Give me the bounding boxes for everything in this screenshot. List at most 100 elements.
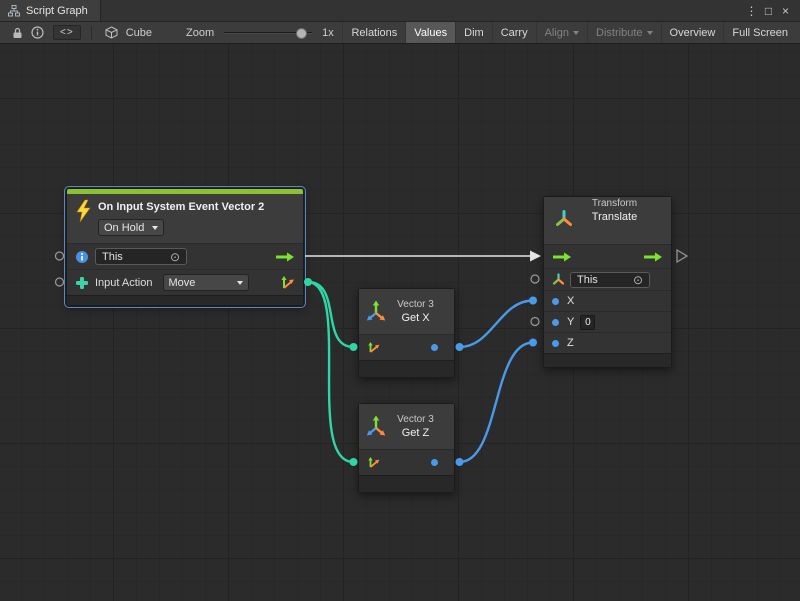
port-z-dot[interactable] <box>552 340 559 347</box>
graph-toolbar: <> Cube Zoom 1x Relations Values Dim Car… <box>0 22 800 44</box>
get-x-output-port[interactable] <box>431 344 438 351</box>
connection-vector2-to-getx[interactable] <box>308 282 354 347</box>
translate-x-row: X <box>544 290 671 311</box>
tab-script-graph[interactable]: Script Graph <box>0 0 101 21</box>
kebab-menu-icon[interactable]: ⋮ <box>743 4 760 18</box>
get-z-operation: Get Z <box>377 426 454 440</box>
port-y-dot[interactable] <box>552 319 559 326</box>
vector3-input-port-icon[interactable] <box>367 456 380 469</box>
port-event-flow-in[interactable] <box>56 252 64 260</box>
title-bar: Script Graph ⋮ □ × <box>0 0 800 22</box>
carry-button[interactable]: Carry <box>492 22 536 43</box>
get-z-port-row <box>359 449 454 475</box>
tab-title: Script Graph <box>26 5 88 17</box>
node-get-z[interactable]: Vector 3 Get Z <box>358 403 455 493</box>
object-picker-icon[interactable]: ⊙ <box>170 251 180 263</box>
distribute-dropdown-button[interactable]: Distribute <box>587 22 660 43</box>
translate-header: Transform Translate <box>544 197 671 244</box>
object-picker-icon[interactable]: ⊙ <box>633 274 643 286</box>
node-on-input-system-event[interactable]: On Input System Event Vector 2 On Hold T… <box>66 188 304 306</box>
port-z-label: Z <box>567 337 574 349</box>
values-button[interactable]: Values <box>405 22 455 43</box>
chevron-down-icon <box>573 31 579 35</box>
port-x-dot[interactable] <box>552 298 559 305</box>
port-translate-z-in[interactable] <box>529 339 537 347</box>
port-event-vector2-out[interactable] <box>304 278 312 286</box>
script-graph-icon <box>8 5 20 17</box>
flow-output-arrow-icon[interactable] <box>643 251 663 263</box>
get-z-output-port[interactable] <box>431 459 438 466</box>
event-node-header: On Input System Event Vector 2 On Hold <box>67 194 303 243</box>
port-y-label: Y <box>567 316 574 328</box>
maximize-icon[interactable]: □ <box>760 4 777 18</box>
flow-output-arrow-icon[interactable] <box>275 251 295 263</box>
connection-getz-to-z[interactable] <box>460 343 534 463</box>
get-z-footer <box>359 475 454 492</box>
code-view-icon[interactable]: <> <box>53 25 81 40</box>
lock-icon[interactable] <box>7 22 27 43</box>
zoom-label: Zoom <box>186 27 214 39</box>
relations-button[interactable]: Relations <box>342 22 405 43</box>
fullscreen-button[interactable]: Full Screen <box>723 22 796 43</box>
window-controls: ⋮ □ × <box>743 0 800 21</box>
vector2-output-port-icon[interactable] <box>280 275 295 290</box>
event-target-row: This ⊙ <box>67 243 303 269</box>
event-node-title: On Input System Event Vector 2 <box>98 200 264 215</box>
align-dropdown-button[interactable]: Align <box>536 22 587 43</box>
port-getx-in[interactable] <box>350 343 358 351</box>
node-get-x[interactable]: Vector 3 Get X <box>358 288 455 378</box>
transform-icon <box>554 209 574 229</box>
get-x-header: Vector 3 Get X <box>359 289 454 334</box>
object-name: Cube <box>126 27 152 39</box>
toolbar-separator <box>91 26 92 40</box>
port-translate-x-in[interactable] <box>529 297 537 305</box>
node-translate[interactable]: Transform Translate <box>543 196 672 368</box>
get-x-operation: Get X <box>377 311 454 325</box>
flow-input-arrow-icon[interactable] <box>552 251 572 263</box>
lightning-bolt-icon <box>75 198 91 224</box>
transform-mini-icon <box>552 273 565 286</box>
port-translate-y-in[interactable] <box>531 318 539 326</box>
input-action-icon <box>75 276 89 290</box>
cube-icon <box>102 22 122 43</box>
event-target-field[interactable]: This ⊙ <box>95 248 187 265</box>
event-mode-dropdown[interactable]: On Hold <box>98 219 164 236</box>
get-z-header: Vector 3 Get Z <box>359 404 454 449</box>
y-value-input[interactable]: 0 <box>580 315 595 330</box>
overview-button[interactable]: Overview <box>661 22 724 43</box>
port-translate-flow-out[interactable] <box>677 250 687 262</box>
port-getz-out[interactable] <box>456 458 464 466</box>
connection-flow-arrowhead <box>530 251 541 262</box>
translate-target-field[interactable]: This ⊙ <box>570 272 650 288</box>
chevron-down-icon <box>647 31 653 35</box>
connection-getx-to-x[interactable] <box>460 301 534 348</box>
vector3-icon <box>365 415 387 437</box>
get-z-category: Vector 3 <box>377 413 454 426</box>
translate-target-row: This ⊙ <box>544 268 671 290</box>
translate-footer <box>544 353 671 367</box>
close-icon[interactable]: × <box>777 4 794 18</box>
graph-canvas[interactable]: On Input System Event Vector 2 On Hold T… <box>0 44 800 601</box>
connection-vector2-to-getz[interactable] <box>308 282 354 462</box>
translate-category: Transform <box>558 197 671 210</box>
translate-y-row: Y 0 <box>544 311 671 332</box>
info-icon[interactable] <box>27 22 47 43</box>
dim-button[interactable]: Dim <box>455 22 492 43</box>
input-action-dropdown[interactable]: Move <box>163 274 249 291</box>
port-x-label: X <box>567 295 574 307</box>
info-badge-icon <box>75 250 89 264</box>
get-x-footer <box>359 360 454 377</box>
port-event-action-in[interactable] <box>56 278 64 286</box>
vector3-input-port-icon[interactable] <box>367 341 380 354</box>
zoom-value: 1x <box>322 27 334 39</box>
get-x-category: Vector 3 <box>377 298 454 311</box>
translate-operation: Translate <box>558 210 671 224</box>
translate-z-row: Z <box>544 332 671 353</box>
event-input-action-row: Input Action Move <box>67 269 303 295</box>
zoom-slider-handle[interactable] <box>296 28 307 39</box>
input-action-label: Input Action <box>95 277 153 289</box>
port-getz-in[interactable] <box>350 458 358 466</box>
translate-flow-row <box>544 244 671 268</box>
port-getx-out[interactable] <box>456 343 464 351</box>
port-translate-target-in[interactable] <box>531 275 539 283</box>
